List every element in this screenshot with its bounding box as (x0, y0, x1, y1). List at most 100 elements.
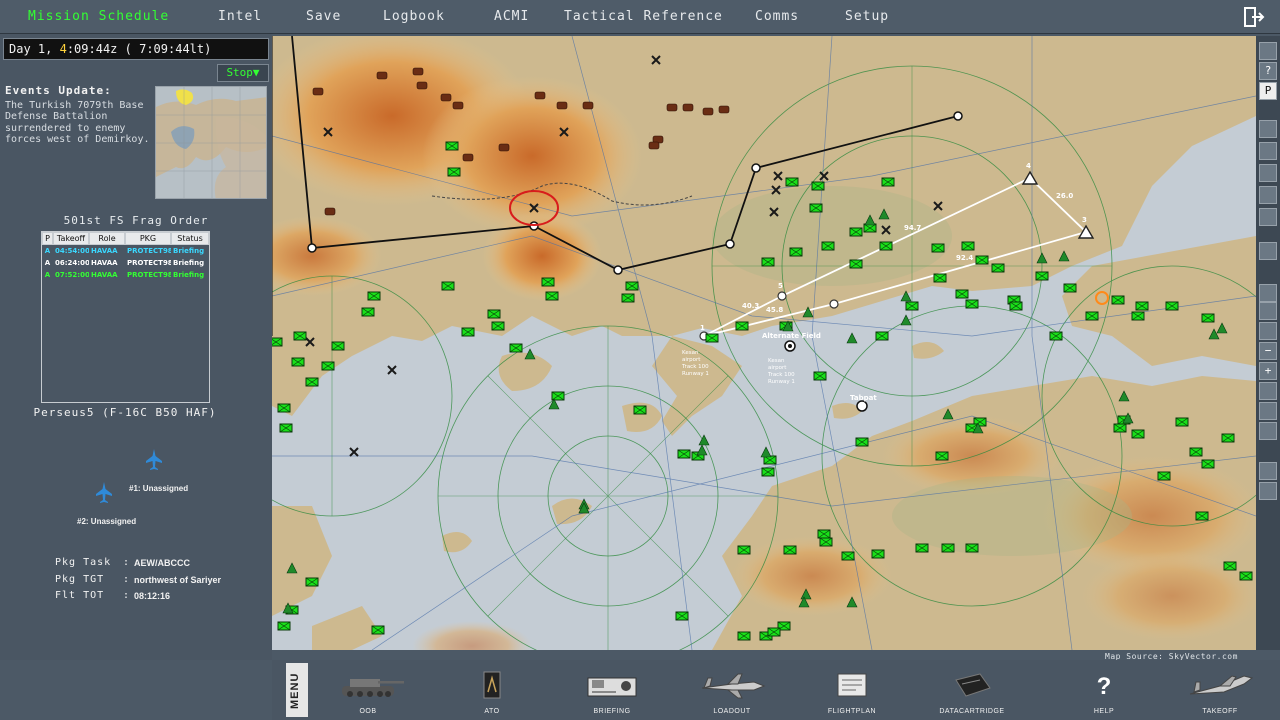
friendly-unit-icon[interactable] (293, 331, 307, 341)
frag-col-role[interactable]: Role (89, 232, 125, 245)
friendly-unit-icon[interactable] (737, 631, 751, 641)
enemy-unit-icon[interactable] (416, 81, 428, 90)
enemy-unit-icon[interactable] (440, 93, 452, 102)
friendly-unit-icon[interactable] (1063, 283, 1077, 293)
friendly-unit-icon[interactable] (849, 259, 863, 269)
friendly-unit-icon[interactable] (811, 181, 825, 191)
menu-tab[interactable]: MENU (286, 663, 308, 717)
friendly-unit-icon[interactable] (545, 291, 559, 301)
tool-objective-button[interactable] (1259, 208, 1277, 226)
enemy-unit-icon[interactable] (534, 91, 546, 100)
friendly-unit-icon[interactable] (871, 549, 885, 559)
friendly-unit-icon[interactable] (1201, 459, 1215, 469)
campaign-map[interactable]: 94.7 92.4 45.8 26.0 40.3 1 5 4 3 Alterna… (272, 36, 1256, 650)
friendly-unit-icon[interactable] (1111, 295, 1125, 305)
friendly-unit-icon[interactable] (305, 577, 319, 587)
menu-logbook[interactable]: Logbook (383, 9, 445, 24)
friendly-unit-icon[interactable] (915, 543, 929, 553)
pilot-slot-2-jet-icon[interactable] (95, 482, 113, 504)
friendly-unit-icon[interactable] (1189, 447, 1203, 457)
friendly-unit-icon[interactable] (735, 321, 749, 331)
friendly-unit-icon[interactable] (1157, 471, 1171, 481)
pilot-slot-1-label[interactable]: #1: Unassigned (129, 484, 188, 493)
enemy-unit-icon[interactable] (412, 67, 424, 76)
menu-comms[interactable]: Comms (755, 9, 799, 24)
friendly-unit-icon[interactable] (965, 299, 979, 309)
enemy-unit-icon[interactable] (312, 87, 324, 96)
friendly-unit-icon[interactable] (789, 247, 803, 257)
friendly-unit-icon[interactable] (1009, 301, 1023, 311)
enemy-unit-icon[interactable] (666, 103, 678, 112)
zoom-out-icon[interactable]: − (1259, 342, 1277, 360)
friendly-unit-icon[interactable] (841, 551, 855, 561)
tool-select-button[interactable] (1259, 382, 1277, 400)
friendly-unit-icon[interactable] (955, 289, 969, 299)
flightplan-button[interactable]: FLIGHTPLAN (812, 668, 892, 718)
tool-threat-button[interactable] (1259, 242, 1277, 260)
friendly-unit-icon[interactable] (737, 545, 751, 555)
loadout-button[interactable]: LOADOUT (692, 668, 772, 718)
friendly-unit-icon[interactable] (761, 467, 775, 477)
friendly-unit-icon[interactable] (931, 243, 945, 253)
tool-army-button[interactable] (1259, 142, 1277, 160)
menu-tactical-reference[interactable]: Tactical Reference (564, 9, 723, 24)
exit-icon[interactable] (1243, 6, 1265, 28)
friendly-unit-icon[interactable] (961, 241, 975, 251)
friendly-unit-icon[interactable] (849, 227, 863, 237)
friendly-unit-icon[interactable] (277, 403, 291, 413)
zoom-in-icon[interactable]: + (1259, 362, 1277, 380)
tool-layers-button[interactable] (1259, 42, 1277, 60)
menu-acmi[interactable]: ACMI (494, 9, 529, 24)
friendly-unit-icon[interactable] (279, 423, 293, 433)
enemy-unit-icon[interactable] (324, 207, 336, 216)
tool-copy-button[interactable] (1259, 402, 1277, 420)
tool-navy-button[interactable] (1259, 164, 1277, 182)
friendly-unit-icon[interactable] (905, 301, 919, 311)
frag-row[interactable]: A 07:52:00HAVAA PROTECT981Briefing (42, 269, 209, 281)
friendly-unit-icon[interactable] (819, 537, 833, 547)
friendly-unit-icon[interactable] (367, 291, 381, 301)
takeoff-button[interactable]: TAKEOFF (1180, 668, 1260, 718)
friendly-unit-icon[interactable] (783, 545, 797, 555)
friendly-unit-icon[interactable] (817, 529, 831, 539)
friendly-unit-icon[interactable] (675, 611, 689, 621)
friendly-unit-icon[interactable] (331, 341, 345, 351)
frag-col-status[interactable]: Status (171, 232, 209, 245)
time-compression-button[interactable]: Stop▼ (217, 64, 269, 82)
enemy-unit-icon[interactable] (648, 141, 660, 150)
frag-row[interactable]: A 04:54:00HAVAA PROTECT981Briefing (42, 245, 209, 257)
friendly-unit-icon[interactable] (705, 333, 719, 343)
friendly-unit-icon[interactable] (633, 405, 647, 415)
friendly-unit-icon[interactable] (487, 309, 501, 319)
friendly-unit-icon[interactable] (621, 293, 635, 303)
friendly-unit-icon[interactable] (785, 177, 799, 187)
friendly-unit-icon[interactable] (975, 255, 989, 265)
friendly-unit-icon[interactable] (1113, 423, 1127, 433)
friendly-unit-icon[interactable] (1223, 561, 1237, 571)
friendly-unit-icon[interactable] (941, 543, 955, 553)
friendly-unit-icon[interactable] (541, 277, 555, 287)
enemy-unit-icon[interactable] (376, 71, 388, 80)
friendly-unit-icon[interactable] (461, 327, 475, 337)
friendly-unit-icon[interactable] (1049, 331, 1063, 341)
friendly-unit-icon[interactable] (321, 361, 335, 371)
pilot-slot-1-jet-icon[interactable] (145, 449, 163, 471)
enemy-unit-icon[interactable] (582, 101, 594, 110)
friendly-unit-icon[interactable] (361, 307, 375, 317)
tool-route3-button[interactable] (1259, 322, 1277, 340)
menu-intel[interactable]: Intel (218, 9, 262, 24)
enemy-unit-icon[interactable] (556, 101, 568, 110)
tool-flag-button[interactable] (1259, 422, 1277, 440)
frag-col-pkg[interactable]: PKG (125, 232, 171, 245)
help-button[interactable]: ? HELP (1064, 668, 1144, 718)
enemy-unit-icon[interactable] (498, 143, 510, 152)
friendly-unit-icon[interactable] (767, 627, 781, 637)
friendly-unit-icon[interactable] (1221, 433, 1235, 443)
enemy-unit-icon[interactable] (702, 107, 714, 116)
tool-p-button[interactable]: P (1259, 82, 1277, 100)
theater-minimap[interactable] (155, 86, 267, 199)
friendly-unit-icon[interactable] (881, 177, 895, 187)
pilot-slot-2-label[interactable]: #2: Unassigned (77, 517, 136, 526)
tool-sun-button[interactable] (1259, 482, 1277, 500)
enemy-unit-icon[interactable] (452, 101, 464, 110)
